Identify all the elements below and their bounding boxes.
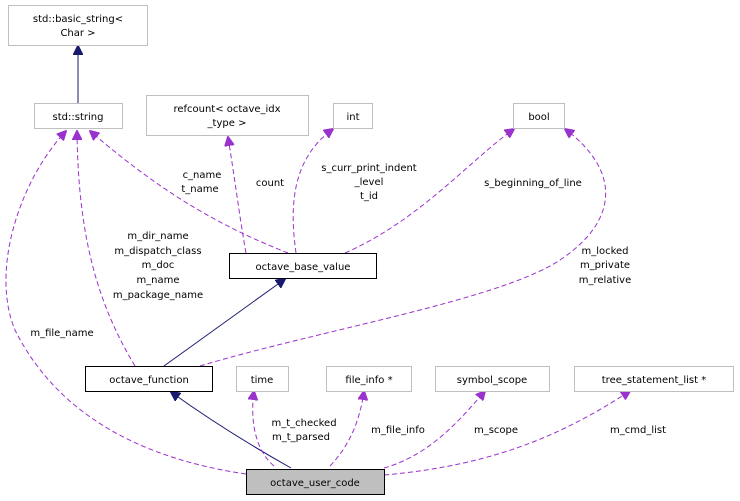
svg-text:symbol_scope: symbol_scope <box>457 375 527 386</box>
label-m-t-checked: m_t_checked <box>271 418 336 429</box>
label-m-doc: m_doc <box>142 260 175 271</box>
svg-text:Char >: Char > <box>60 28 95 39</box>
svg-text:octave_function: octave_function <box>109 375 189 386</box>
svg-text:std::string: std::string <box>53 112 104 123</box>
label-m-dir-name: m_dir_name <box>127 231 188 242</box>
edge-labels: c_name t_name count s_curr_print_indent … <box>30 163 666 443</box>
label-m-package-name: m_package_name <box>113 290 203 301</box>
node-symbol-scope[interactable]: symbol_scope <box>435 366 550 392</box>
label-m-file-name: m_file_name <box>30 328 93 339</box>
node-octave-base-value[interactable]: octave_base_value <box>229 253 377 279</box>
node-int[interactable]: int <box>333 103 373 129</box>
label-m-name: m_name <box>136 275 179 286</box>
label-m-private: m_private <box>580 260 630 271</box>
svg-text:_type >: _type > <box>207 118 247 129</box>
svg-text:file_info *: file_info * <box>345 375 392 386</box>
label-m-t-parsed: m_t_parsed <box>272 432 330 443</box>
label-t-name: t_name <box>181 184 218 195</box>
svg-text:refcount< octave_idx: refcount< octave_idx <box>173 104 280 115</box>
label-s-beginning-of-line: s_beginning_of_line <box>484 178 582 189</box>
node-std-string[interactable]: std::string <box>34 103 123 129</box>
label-s-curr-print-indent: s_curr_print_indent <box>321 163 417 174</box>
label-m-scope: m_scope <box>474 425 518 436</box>
svg-text:octave_user_code: octave_user_code <box>270 478 360 489</box>
node-std-basic-string[interactable]: std::basic_string< Char > <box>8 5 148 46</box>
edge-user-code-to-std-string <box>5 131 247 475</box>
edge-user-code-to-function <box>171 392 292 469</box>
svg-text:tree_statement_list *: tree_statement_list * <box>602 375 706 386</box>
edge-base-value-to-int <box>292 129 333 254</box>
svg-text:time: time <box>251 375 274 386</box>
edge-base-value-to-refcount <box>228 137 247 254</box>
node-tree-statement-list[interactable]: tree_statement_list * <box>574 366 734 392</box>
node-file-info[interactable]: file_info * <box>326 366 412 392</box>
label-level: _level <box>354 177 384 188</box>
svg-text:bool: bool <box>528 112 549 123</box>
node-octave-user-code[interactable]: octave_user_code <box>246 469 385 495</box>
svg-text:std::basic_string<: std::basic_string< <box>33 14 123 25</box>
svg-text:octave_base_value: octave_base_value <box>256 262 351 273</box>
collaboration-diagram: c_name t_name count s_curr_print_indent … <box>5 5 734 495</box>
label-m-relative: m_relative <box>579 275 631 286</box>
label-m-file-info: m_file_info <box>371 425 425 436</box>
node-octave-function[interactable]: octave_function <box>85 366 213 392</box>
label-m-dispatch-class: m_dispatch_class <box>114 246 201 257</box>
node-bool[interactable]: bool <box>513 103 565 129</box>
node-time[interactable]: time <box>236 366 289 392</box>
label-m-locked: m_locked <box>581 246 628 257</box>
label-m-cmd-list: m_cmd_list <box>610 425 666 436</box>
label-count: count <box>256 178 284 189</box>
label-c-name: c_name <box>183 170 222 181</box>
label-t-id: t_id <box>360 191 378 202</box>
svg-text:int: int <box>346 112 359 123</box>
node-refcount[interactable]: refcount< octave_idx _type > <box>146 95 309 136</box>
